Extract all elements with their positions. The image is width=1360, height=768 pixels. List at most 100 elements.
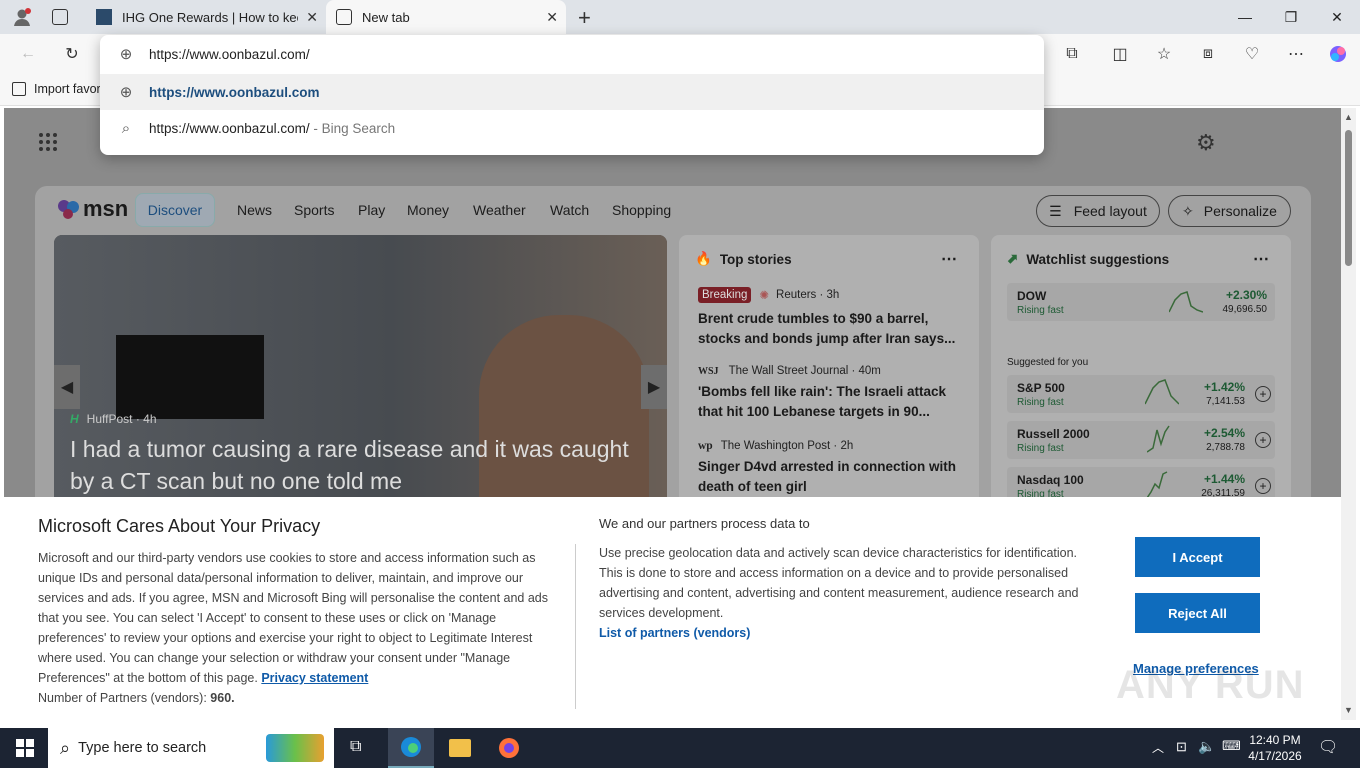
watchlist-row[interactable]: S&P 500 Rising fast +1.42% 7,141.53 + [1007, 375, 1275, 413]
nav-news[interactable]: News [237, 202, 272, 218]
ticker-value: 49,696.50 [1222, 304, 1268, 315]
more-options-icon[interactable]: ⋯ [941, 249, 957, 269]
firefox-icon[interactable] [498, 737, 520, 764]
scroll-up-icon[interactable]: ▲ [1344, 112, 1353, 122]
top-stories-title: Top stories [719, 251, 792, 267]
washington-post-logo-icon: wp [698, 440, 713, 452]
more-options-icon[interactable]: ⋯ [1253, 249, 1269, 269]
nav-weather[interactable]: Weather [473, 202, 526, 218]
ticker-value: 7,141.53 [1206, 396, 1245, 407]
next-arrow-button[interactable]: ▶ [641, 365, 667, 409]
tab-actions-icon[interactable] [52, 9, 68, 25]
split-screen-icon[interactable]: ◫ [1110, 44, 1130, 64]
reject-all-button[interactable]: Reject All [1135, 593, 1260, 633]
clock[interactable]: 12:40 PM 4/17/2026 [1248, 732, 1302, 764]
suggested-label: Suggested for you [1007, 357, 1089, 368]
watchlist-row[interactable]: DOW Rising fast +2.30% 49,696.50 [1007, 283, 1275, 321]
add-to-watchlist-button[interactable]: + [1255, 432, 1271, 448]
nav-watch[interactable]: Watch [550, 202, 589, 218]
search-icon: ⌕ [60, 737, 71, 758]
story-headline[interactable]: Singer D4vd arrested in connection with … [698, 457, 960, 497]
scroll-down-icon[interactable]: ▼ [1344, 705, 1353, 715]
nav-shopping[interactable]: Shopping [612, 202, 671, 218]
file-explorer-icon[interactable] [449, 739, 471, 757]
suggestion-item[interactable]: ⌕ https://www.oonbazul.com/ - Bing Searc… [100, 110, 1044, 146]
ticker-name: Russell 2000 [1017, 427, 1090, 441]
personalize-button[interactable]: ✧ Personalize [1168, 195, 1291, 227]
extensions-icon[interactable]: ⧉ [1062, 44, 1082, 64]
top-stories-header: 🔥 Top stories [695, 251, 792, 267]
suggestion-suffix: - Bing Search [309, 120, 396, 136]
close-icon[interactable]: ✕ [546, 9, 558, 26]
close-window-button[interactable]: ✕ [1314, 0, 1360, 34]
add-to-watchlist-button[interactable]: + [1255, 478, 1271, 494]
network-icon[interactable]: ⊡ [1176, 739, 1187, 755]
new-tab-button[interactable]: + [578, 5, 591, 31]
suggestion-text: https://www.oonbazul.com/ [149, 120, 310, 136]
vendors-link[interactable]: List of partners (vendors) [599, 626, 750, 640]
page-scrollbar[interactable]: ▲ ▼ [1341, 108, 1356, 720]
settings-gear-icon[interactable]: ⚙ [1196, 130, 1216, 156]
browser-essentials-icon[interactable]: ♡ [1242, 44, 1262, 64]
feed-layout-button[interactable]: ☰ Feed layout [1036, 195, 1160, 227]
hero-headline[interactable]: I had a tumor causing a rare disease and… [70, 433, 630, 497]
refresh-icon[interactable]: ↻ [62, 44, 82, 64]
story-item[interactable]: Breaking ✺ Reuters · 3h Brent crude tumb… [698, 287, 960, 349]
volume-icon[interactable]: 🔈 [1198, 738, 1215, 755]
huffpost-logo-icon: H [70, 412, 79, 426]
favorites-icon[interactable]: ☆ [1154, 44, 1174, 64]
add-to-watchlist-button[interactable]: + [1255, 386, 1271, 402]
prev-arrow-button[interactable]: ◀ [54, 365, 80, 409]
watchlist-row[interactable]: Russell 2000 Rising fast +2.54% 2,788.78… [1007, 421, 1275, 459]
back-icon[interactable]: ← [18, 44, 38, 64]
close-icon[interactable]: ✕ [306, 9, 318, 26]
hero-age: 4h [143, 412, 157, 426]
address-bar[interactable]: ⊕ [100, 36, 1044, 72]
story-item[interactable]: WSJ The Wall Street Journal · 40m 'Bombs… [698, 365, 960, 422]
import-favorites-item[interactable]: Import favor [12, 82, 101, 96]
apps-launcher-icon[interactable] [38, 132, 58, 152]
ticker-sub: Rising fast [1017, 443, 1064, 454]
keyboard-icon[interactable]: ⌨ [1222, 738, 1241, 754]
privacy-statement-link[interactable]: Privacy statement [261, 671, 368, 685]
nav-money[interactable]: Money [407, 202, 449, 218]
hero-card[interactable]: ◀ ▶ H HuffPost · 4h I had a tumor causin… [54, 235, 667, 505]
task-view-icon[interactable]: ⧉ [350, 738, 361, 756]
tab-ihg[interactable]: IHG One Rewards | How to keep y ✕ [86, 0, 326, 34]
nav-play[interactable]: Play [358, 202, 385, 218]
story-item[interactable]: wp The Washington Post · 2h Singer D4vd … [698, 440, 960, 497]
notifications-icon[interactable]: 🗨 [1318, 737, 1338, 757]
import-favorites-label: Import favor [34, 82, 101, 96]
restore-button[interactable]: ❐ [1268, 0, 1314, 34]
start-button[interactable] [16, 739, 34, 757]
ticker-name: Nasdaq 100 [1017, 473, 1084, 487]
taskbar-search[interactable]: ⌕ Type here to search [48, 728, 334, 768]
show-hidden-icons-icon[interactable]: ︿ [1152, 739, 1164, 756]
edge-taskbar-icon[interactable] [388, 728, 434, 768]
collections-icon[interactable]: ⧈ [1198, 44, 1218, 64]
purposes-body: Use precise geolocation data and activel… [599, 543, 1099, 643]
nav-sports[interactable]: Sports [294, 202, 334, 218]
profile-icon[interactable] [12, 7, 32, 27]
suggestion-item[interactable]: ⊕ https://www.oonbazul.com [100, 74, 1044, 110]
taskbar-search-placeholder: Type here to search [78, 740, 207, 756]
story-headline[interactable]: Brent crude tumbles to $90 a barrel, sto… [698, 309, 960, 349]
sliders-icon: ☰ [1049, 202, 1062, 219]
copilot-icon[interactable] [1328, 44, 1348, 64]
tab-new-tab[interactable]: New tab ✕ [326, 0, 566, 34]
minimize-button[interactable]: — [1222, 0, 1268, 34]
ticker-change: +1.44% [1203, 472, 1245, 486]
sparkle-icon: ✧ [1182, 202, 1194, 219]
breaking-badge: Breaking [698, 287, 752, 303]
search-icon: ⌕ [121, 119, 131, 137]
scroll-thumb[interactable] [1345, 130, 1352, 266]
nav-discover[interactable]: Discover [135, 193, 215, 227]
watchlist-title: Watchlist suggestions [1026, 251, 1170, 267]
more-icon[interactable]: ⋯ [1286, 44, 1306, 64]
anyrun-watermark: ANY RUN [1116, 663, 1305, 707]
purposes-title: We and our partners process data to [599, 516, 810, 531]
address-bar-dropdown: ⊕ ⊕ https://www.oonbazul.com ⌕ https://w… [100, 35, 1044, 155]
address-input[interactable] [149, 46, 929, 62]
accept-button[interactable]: I Accept [1135, 537, 1260, 577]
story-headline[interactable]: 'Bombs fell like rain': The Israeli atta… [698, 382, 960, 422]
